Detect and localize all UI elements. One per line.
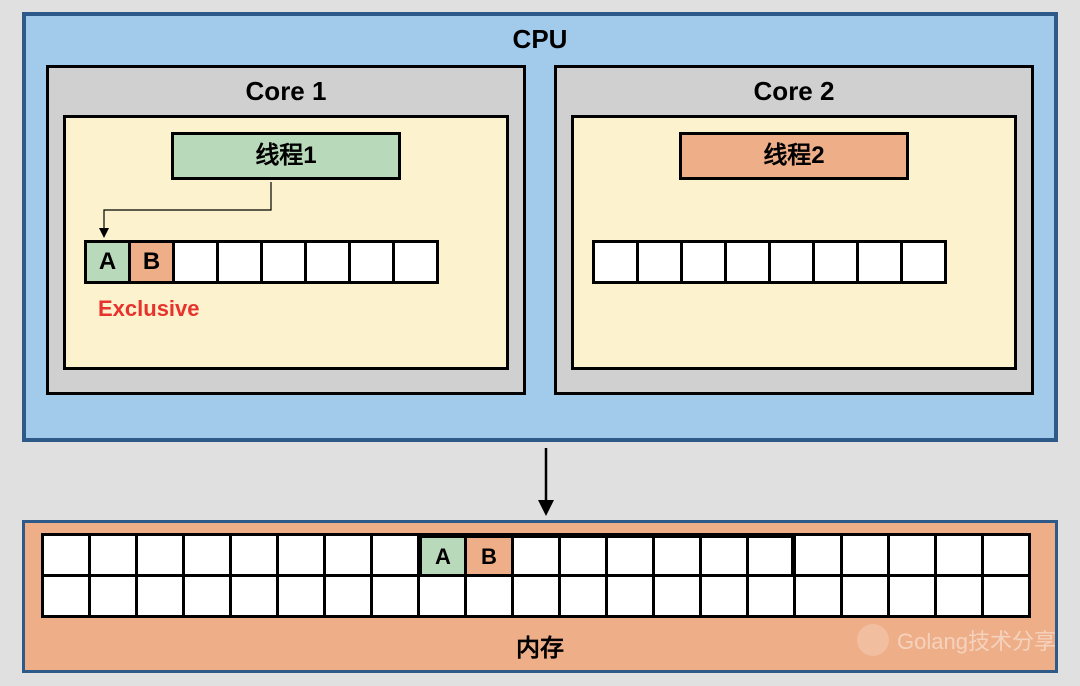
mem-r1-c1 — [88, 574, 138, 618]
core-1-cache-cell-0: A — [84, 240, 131, 284]
core-2-cache-cell-0 — [592, 240, 639, 284]
mem-r1-c20 — [981, 574, 1031, 618]
mem-r1-c10 — [511, 574, 561, 618]
core-1-cache-cell-2 — [172, 240, 219, 284]
mem-r1-c12 — [605, 574, 655, 618]
core-2-cache-cell-5 — [812, 240, 859, 284]
mem-r0-c5 — [276, 533, 326, 577]
mem-r0-c20 — [981, 533, 1031, 577]
mem-r0-c10 — [511, 533, 561, 577]
core-2-cache-row — [592, 240, 1000, 284]
memory-grid: A B — [41, 533, 1039, 618]
mem-r1-c11 — [558, 574, 608, 618]
mem-r1-c13 — [652, 574, 702, 618]
mem-r0-c14 — [699, 533, 749, 577]
mem-r1-c2 — [135, 574, 185, 618]
mem-r0-c11 — [558, 533, 608, 577]
mem-r0-c0 — [41, 533, 91, 577]
mem-r1-c16 — [793, 574, 843, 618]
thread-1-box: 线程1 — [171, 132, 401, 180]
core-1-cache-cell-4 — [260, 240, 307, 284]
mem-r0-c19 — [934, 533, 984, 577]
mem-r1-c14 — [699, 574, 749, 618]
mem-r0-c12 — [605, 533, 655, 577]
mem-r1-c18 — [887, 574, 937, 618]
mem-r1-c0 — [41, 574, 91, 618]
mem-r0-c13 — [652, 533, 702, 577]
core-1-cache-cell-6 — [348, 240, 395, 284]
core-1-cache-row: A B — [84, 240, 492, 284]
core-2-title: Core 2 — [571, 76, 1017, 107]
core-1-state-label: Exclusive — [98, 296, 492, 322]
mem-r0-c2 — [135, 533, 185, 577]
core-2-cache-cell-1 — [636, 240, 683, 284]
memory-row-1 — [41, 574, 1039, 618]
mem-r1-c5 — [276, 574, 326, 618]
core-1-cache-cell-5 — [304, 240, 351, 284]
core-2-box: Core 2 线程2 — [554, 65, 1034, 395]
mem-r0-c17 — [840, 533, 890, 577]
thread-2-box: 线程2 — [679, 132, 909, 180]
mem-r1-c9 — [464, 574, 514, 618]
cpu-title: CPU — [26, 24, 1054, 55]
mem-r0-c1 — [88, 533, 138, 577]
mem-r0-c6 — [323, 533, 373, 577]
mem-r1-c17 — [840, 574, 890, 618]
arrow-cpu-to-memory — [536, 448, 556, 518]
core-2-cache-cell-3 — [724, 240, 771, 284]
core-2-cache-cell-7 — [900, 240, 947, 284]
memory-row-0: A B — [41, 533, 1039, 577]
mem-r0-c9: B — [464, 533, 514, 577]
core-1-cache-cell-3 — [216, 240, 263, 284]
cpu-box: CPU Core 1 线程1 A B — [22, 12, 1058, 442]
mem-r0-c16 — [793, 533, 843, 577]
core-1-cache-cell-1: B — [128, 240, 175, 284]
mem-r1-c3 — [182, 574, 232, 618]
watermark: Golang技术分享 — [857, 624, 1056, 656]
wechat-icon — [857, 624, 889, 656]
core-2-cache-cell-4 — [768, 240, 815, 284]
mem-r0-c18 — [887, 533, 937, 577]
mem-r1-c19 — [934, 574, 984, 618]
core-1-inner: 线程1 A B Exclusive — [63, 115, 509, 370]
core-2-cache-cell-6 — [856, 240, 903, 284]
mem-r1-c6 — [323, 574, 373, 618]
mem-r0-c8: A — [417, 533, 467, 577]
core-1-title: Core 1 — [63, 76, 509, 107]
mem-r0-c3 — [182, 533, 232, 577]
mem-r0-c4 — [229, 533, 279, 577]
core-1-cache-cell-7 — [392, 240, 439, 284]
mem-r1-c7 — [370, 574, 420, 618]
core-2-inner: 线程2 — [571, 115, 1017, 370]
mem-r1-c15 — [746, 574, 796, 618]
cores-row: Core 1 线程1 A B Exclusive — [26, 55, 1054, 395]
mem-r0-c15 — [746, 533, 796, 577]
mem-r1-c8 — [417, 574, 467, 618]
core-2-cache-cell-2 — [680, 240, 727, 284]
core-1-box: Core 1 线程1 A B Exclusive — [46, 65, 526, 395]
mem-r0-c7 — [370, 533, 420, 577]
watermark-text: Golang技术分享 — [897, 624, 1056, 656]
mem-r1-c4 — [229, 574, 279, 618]
arrow-thread1-to-cache — [96, 180, 276, 242]
